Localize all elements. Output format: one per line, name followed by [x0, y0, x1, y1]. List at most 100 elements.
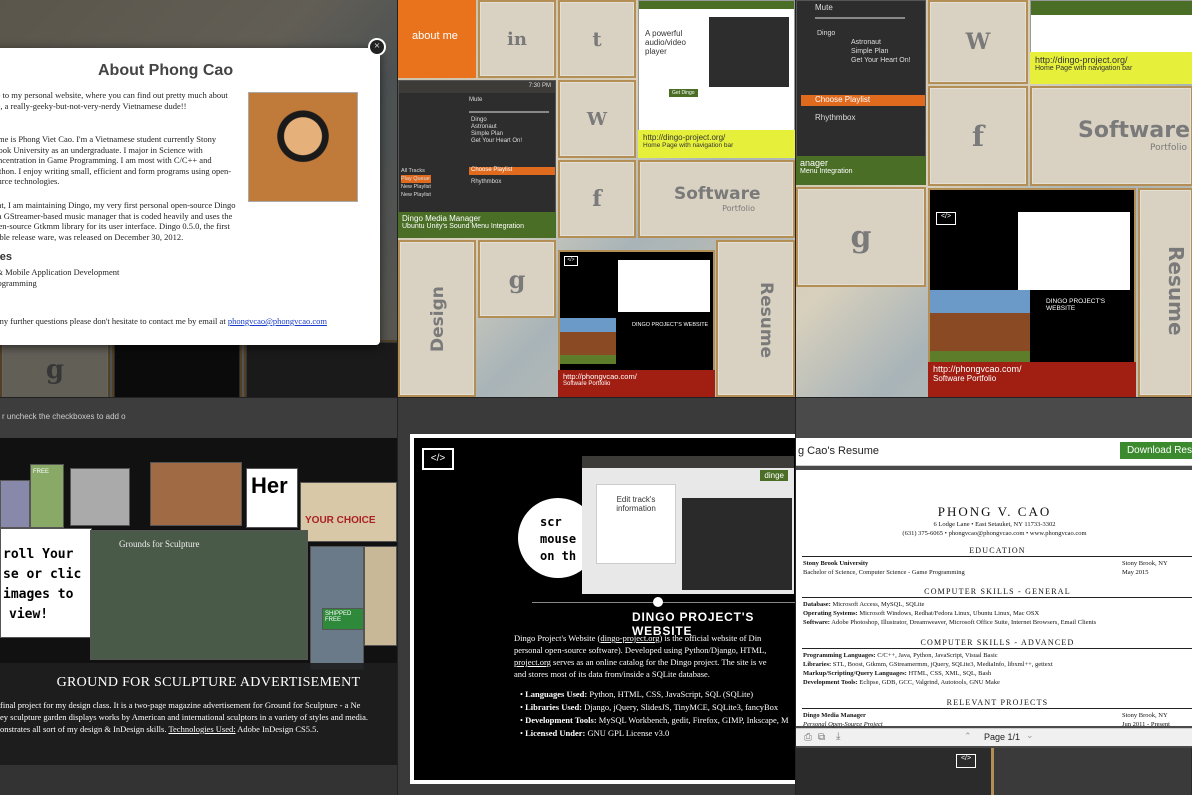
dingo-site-link[interactable]: project.org	[514, 657, 551, 667]
choose-playlist-item[interactable]: Choose Playlist	[469, 167, 555, 175]
collage-label: YOUR CHOICE	[305, 515, 376, 526]
volume-slider[interactable]	[469, 111, 549, 113]
goodreads-tile[interactable]: g	[478, 240, 556, 318]
skill-row: Markup/Scripting/Query Languages: HTML, …	[803, 669, 1189, 678]
detail-value: MySQL Workbench, gedit, Firefox, GIMP, I…	[598, 715, 789, 725]
next-page-icon[interactable]: ⌄	[1026, 730, 1034, 741]
twitter-tile[interactable]: t	[558, 0, 636, 78]
advanced-skills-heading: COMPUTER SKILLS - ADVANCED	[802, 638, 1192, 649]
dingo-app-screenshot: dinge Edit track's information	[582, 456, 794, 594]
projects-heading: RELEVANT PROJECTS	[802, 698, 1192, 709]
collage-thumb[interactable]	[70, 468, 130, 526]
collage-thumb[interactable]	[364, 546, 397, 646]
new-playlist-item[interactable]: New Playlist	[401, 191, 431, 199]
caption-title: GROUND FOR SCULPTURE ADVERTISEMENT	[56, 675, 361, 690]
dingo-site-link[interactable]: dingo-project.org	[600, 633, 659, 643]
collage-thumb[interactable]: FREE	[30, 464, 64, 528]
volume-slider[interactable]	[815, 17, 905, 19]
site-screenshot	[618, 260, 710, 312]
overlay-line: view!	[9, 607, 49, 622]
phong-site-caption: http://phongvcao.com/ Software Portfolio	[558, 370, 715, 397]
desc-text: personal open-source software). Develope…	[514, 645, 767, 655]
new-playlist-item[interactable]: New Playlist	[401, 183, 431, 191]
close-icon[interactable]: ×	[368, 38, 386, 56]
detail-label: Languages Used:	[525, 689, 588, 699]
mute-label: Mute	[469, 97, 483, 103]
specialties-heading: lties	[0, 251, 13, 263]
resume-document: PHONG V. CAO 6 Lodge Lane • East Setauke…	[796, 470, 1192, 728]
skill-row: Software: Adobe Photoshop, Illustrator, …	[803, 618, 1189, 627]
slide-dot[interactable]	[653, 597, 663, 607]
play-queue-item[interactable]: Play Queue	[401, 175, 431, 183]
grounds-for-sculpture-ad[interactable]: Grounds for Sculpture	[90, 530, 308, 660]
skill-row: Database: Microsoft Access, MySQL, SQLit…	[803, 600, 1189, 609]
project-details-list: Languages Used: Python, HTML, CSS, JavaS…	[520, 688, 789, 740]
goodreads-icon: g	[850, 219, 872, 255]
email-link[interactable]: phongvcao@phongvcao.com	[228, 316, 327, 326]
design-label: Design	[428, 286, 448, 352]
rhythmbox-item[interactable]: Rhythmbox	[471, 179, 501, 185]
panel-tile-grid-zoom: Mute Dingo Astronaut Simple Plan Get You…	[796, 0, 1192, 397]
panel-tile-grid: about me in t W f Software Portfolio g D…	[398, 0, 795, 397]
download-resume-button[interactable]: Download Res	[1119, 442, 1192, 459]
twitter-icon: t	[592, 27, 602, 51]
detail-item: Licensed Under: GNU GPL License v3.0	[520, 727, 789, 740]
skill-value: STL, Boost, Gtkmm, GStreamermm, jQuery, …	[832, 661, 1053, 668]
download-icon[interactable]: ⤓	[836, 731, 840, 742]
copy-icon[interactable]: ⧉	[818, 732, 825, 743]
dingo-caption-title: Dingo Media Manager	[402, 214, 481, 223]
bottom-thumb-strip: </>	[796, 748, 1192, 795]
rhythmbox-item[interactable]: Rhythmbox	[815, 113, 855, 122]
education-row: Bachelor of Science, Computer Science - …	[803, 568, 1189, 577]
dingo-website-tile[interactable]	[1030, 0, 1192, 60]
dingo-site-url: http://dingo-project.org/	[1035, 55, 1128, 65]
linkedin-tile[interactable]: in	[478, 0, 556, 78]
profile-photo	[248, 92, 358, 202]
wordpress-tile[interactable]: W	[558, 80, 636, 158]
thumb-tile[interactable]	[991, 748, 1191, 795]
site-navbar	[1031, 1, 1192, 15]
technologies-value: Adobe InDesign CS5.5.	[237, 724, 319, 734]
facebook-icon: f	[592, 186, 602, 212]
resume-tile[interactable]: Resume	[1138, 188, 1192, 397]
skill-value: Adobe Photoshop, Illustrator, Dreamweave…	[831, 619, 1097, 626]
collage-thumb[interactable]	[150, 462, 242, 526]
goodreads-tile[interactable]: g	[796, 187, 926, 287]
get-dingo-button[interactable]: Get Dingo	[669, 89, 698, 97]
collage-thumb[interactable]: Her	[246, 468, 298, 528]
goodreads-icon: g	[508, 264, 526, 294]
facebook-tile[interactable]: f	[558, 160, 636, 238]
playlist-list: All Tracks Play Queue New Playlist New P…	[401, 167, 431, 199]
degree-date: May 2015	[1122, 569, 1149, 576]
skill-row: Programming Languages: C/C++, Java, Pyth…	[803, 651, 1189, 660]
about-me-tile[interactable]: about me	[398, 0, 476, 78]
choose-playlist-item[interactable]: Choose Playlist	[801, 95, 925, 106]
all-tracks-item[interactable]: All Tracks	[401, 167, 431, 175]
software-tile[interactable]: Software Portfolio	[1030, 86, 1192, 186]
project-description: Dingo Project's Website (dingo-project.o…	[514, 632, 795, 680]
collage-thumb[interactable]	[0, 480, 30, 528]
skill-label: Database:	[803, 601, 831, 608]
resume-contact: 6 Lodge Lane • East Setauket, NY 11733-3…	[796, 520, 1192, 538]
site-screenshot	[1018, 212, 1130, 290]
resume-contact-line: (631) 375-6065 • phongvcao@phongvcao.com…	[902, 530, 1087, 537]
dingo-caption-sub: Ubuntu Unity's Sound Menu Integration	[402, 223, 524, 230]
desc-text: serves as an online catalog for the Ding…	[550, 657, 767, 667]
skill-value: Eclipse, GDB, GCC, Valgrind, Autotools, …	[859, 679, 1000, 686]
wordpress-tile[interactable]: W	[928, 0, 1028, 84]
software-tile[interactable]: Software Portfolio	[638, 160, 795, 238]
resume-address: 6 Lodge Lane • East Setauket, NY 11733-3…	[933, 521, 1056, 528]
dingo-site-url: http://dingo-project.org/	[643, 133, 726, 142]
prev-page-icon[interactable]: ⌃	[964, 731, 972, 742]
collage-overlay-text: roll Your se or clic images to view!	[0, 528, 92, 638]
collage-thumb[interactable]: YOUR CHOICE	[300, 482, 397, 542]
player-artist: Simple Plan	[471, 131, 504, 137]
bottom-thumb-strip	[0, 765, 397, 795]
resume-tile[interactable]: Resume	[716, 240, 795, 397]
print-icon[interactable]: ⎙	[804, 732, 812, 743]
detail-item: Libraries Used: Django, jQuery, SlidesJS…	[520, 701, 789, 714]
project-location: Stony Brook, NY	[1122, 712, 1168, 719]
collage-thumb[interactable]: SHIPPED FREE	[322, 608, 364, 630]
facebook-tile[interactable]: f	[928, 86, 1028, 186]
design-tile[interactable]: Design	[398, 240, 476, 397]
